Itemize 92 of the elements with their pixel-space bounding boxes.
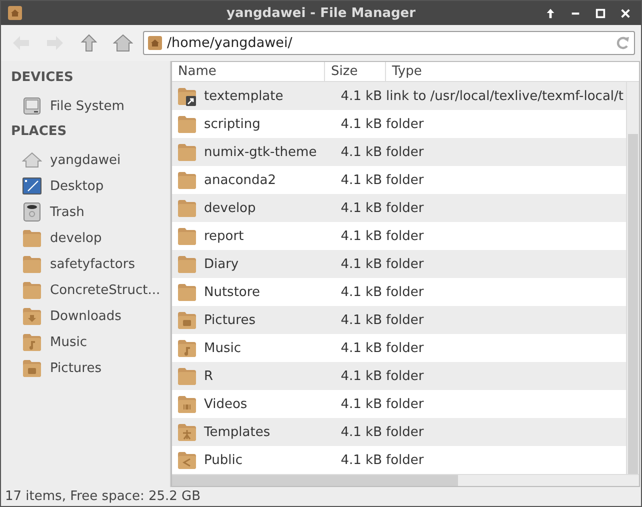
- drive-icon: [22, 96, 42, 116]
- file-type: folder: [386, 256, 425, 272]
- horizontal-scrollbar[interactable]: [172, 474, 639, 486]
- folder-icon: [22, 254, 42, 274]
- file-name[interactable]: Public: [204, 452, 242, 468]
- column-header[interactable]: Type: [386, 62, 639, 81]
- file-size: 4.1 kB: [340, 88, 383, 104]
- sidebar-item[interactable]: File System: [50, 98, 124, 114]
- file-size: 4.1 kB: [340, 396, 383, 412]
- figure-folder-icon: [177, 422, 197, 442]
- arrow-up-icon[interactable]: [545, 8, 556, 18]
- folder-icon: [22, 280, 42, 300]
- music-folder-icon: [177, 338, 197, 358]
- close-icon[interactable]: [620, 8, 631, 18]
- column-header[interactable]: Name: [172, 62, 325, 81]
- folder-icon: [177, 282, 197, 302]
- file-name[interactable]: textemplate: [204, 88, 284, 104]
- file-type: folder: [386, 116, 425, 132]
- window-title: yangdawei - File Manager: [226, 6, 416, 20]
- file-name[interactable]: Videos: [204, 396, 248, 412]
- sidebar-item[interactable]: Pictures: [50, 360, 102, 376]
- file-size: 4.1 kB: [340, 424, 383, 440]
- sidebar-item[interactable]: safetyfactors: [50, 256, 135, 272]
- folder-icon: [177, 254, 197, 274]
- file-size: 4.1 kB: [340, 144, 383, 160]
- file-name[interactable]: Diary: [204, 256, 239, 272]
- section-heading: PLACES: [11, 123, 68, 141]
- folder-link-icon: [177, 86, 197, 106]
- folder-icon: [177, 114, 197, 134]
- file-size: 4.1 kB: [340, 368, 383, 384]
- file-size: 4.1 kB: [340, 284, 383, 300]
- music-folder-icon: [22, 332, 42, 352]
- file-name[interactable]: Nutstore: [204, 284, 260, 300]
- file-size: 4.1 kB: [340, 228, 383, 244]
- file-type: link to /usr/local/texlive/texmf-local/t: [386, 88, 624, 104]
- house-icon: [22, 150, 42, 170]
- file-name[interactable]: numix-gtk-theme: [204, 144, 317, 160]
- file-size: 4.1 kB: [340, 256, 383, 272]
- sidebar-item[interactable]: develop: [50, 230, 102, 246]
- file-type: folder: [386, 452, 425, 468]
- sidebar-item[interactable]: Desktop: [50, 178, 104, 194]
- file-type: folder: [386, 284, 425, 300]
- folder-icon: [177, 170, 197, 190]
- file-name[interactable]: develop: [204, 200, 256, 216]
- camera-folder-icon: [177, 310, 197, 330]
- file-name[interactable]: scripting: [204, 116, 260, 132]
- folder-icon: [177, 142, 197, 162]
- file-type: folder: [386, 396, 425, 412]
- file-name[interactable]: Templates: [204, 424, 270, 440]
- section-heading: DEVICES: [11, 69, 74, 87]
- column-header[interactable]: Size: [325, 62, 386, 81]
- file-size: 4.1 kB: [340, 452, 383, 468]
- folder-icon: [177, 366, 197, 386]
- file-type: folder: [386, 368, 425, 384]
- sidebar-item[interactable]: yangdawei: [50, 152, 121, 168]
- file-size: 4.1 kB: [340, 340, 383, 356]
- file-type: folder: [386, 312, 425, 328]
- file-type: folder: [386, 340, 425, 356]
- file-size: 4.1 kB: [340, 172, 383, 188]
- file-type: folder: [386, 228, 425, 244]
- trash-icon: [22, 202, 42, 222]
- file-name[interactable]: anaconda2: [204, 172, 276, 188]
- file-name[interactable]: R: [204, 368, 214, 384]
- folder-icon: [177, 198, 197, 218]
- share-folder-icon: [177, 450, 197, 470]
- camera-folder-icon: [22, 358, 42, 378]
- reload-icon[interactable]: [615, 35, 631, 51]
- file-size: 4.1 kB: [340, 312, 383, 328]
- file-size: 4.1 kB: [340, 200, 383, 216]
- location-field[interactable]: /home/yangdawei/: [143, 31, 635, 55]
- maximize-icon[interactable]: [595, 8, 606, 18]
- file-name[interactable]: Pictures: [204, 312, 256, 328]
- file-type: folder: [386, 144, 425, 160]
- folder-icon: [177, 226, 197, 246]
- file-name[interactable]: report: [204, 228, 244, 244]
- sidebar-item[interactable]: ConcreteStruct...: [50, 282, 160, 298]
- home-folder-icon: [147, 35, 163, 51]
- sidebar-item[interactable]: Music: [50, 334, 87, 350]
- file-type: folder: [386, 200, 425, 216]
- folder-icon: [22, 228, 42, 248]
- film-folder-icon: [177, 394, 197, 414]
- sidebar-item[interactable]: Downloads: [50, 308, 122, 324]
- download-folder-icon: [22, 306, 42, 326]
- file-type: folder: [386, 424, 425, 440]
- file-name[interactable]: Music: [204, 340, 241, 356]
- sidebar-item[interactable]: Trash: [50, 204, 84, 220]
- file-type: folder: [386, 172, 425, 188]
- status-text: 17 items, Free space: 25.2 GB: [4, 488, 202, 506]
- app-icon: [7, 5, 23, 21]
- file-size: 4.1 kB: [340, 116, 383, 132]
- desktop-icon: [22, 176, 42, 196]
- vertical-scrollbar[interactable]: [626, 82, 639, 474]
